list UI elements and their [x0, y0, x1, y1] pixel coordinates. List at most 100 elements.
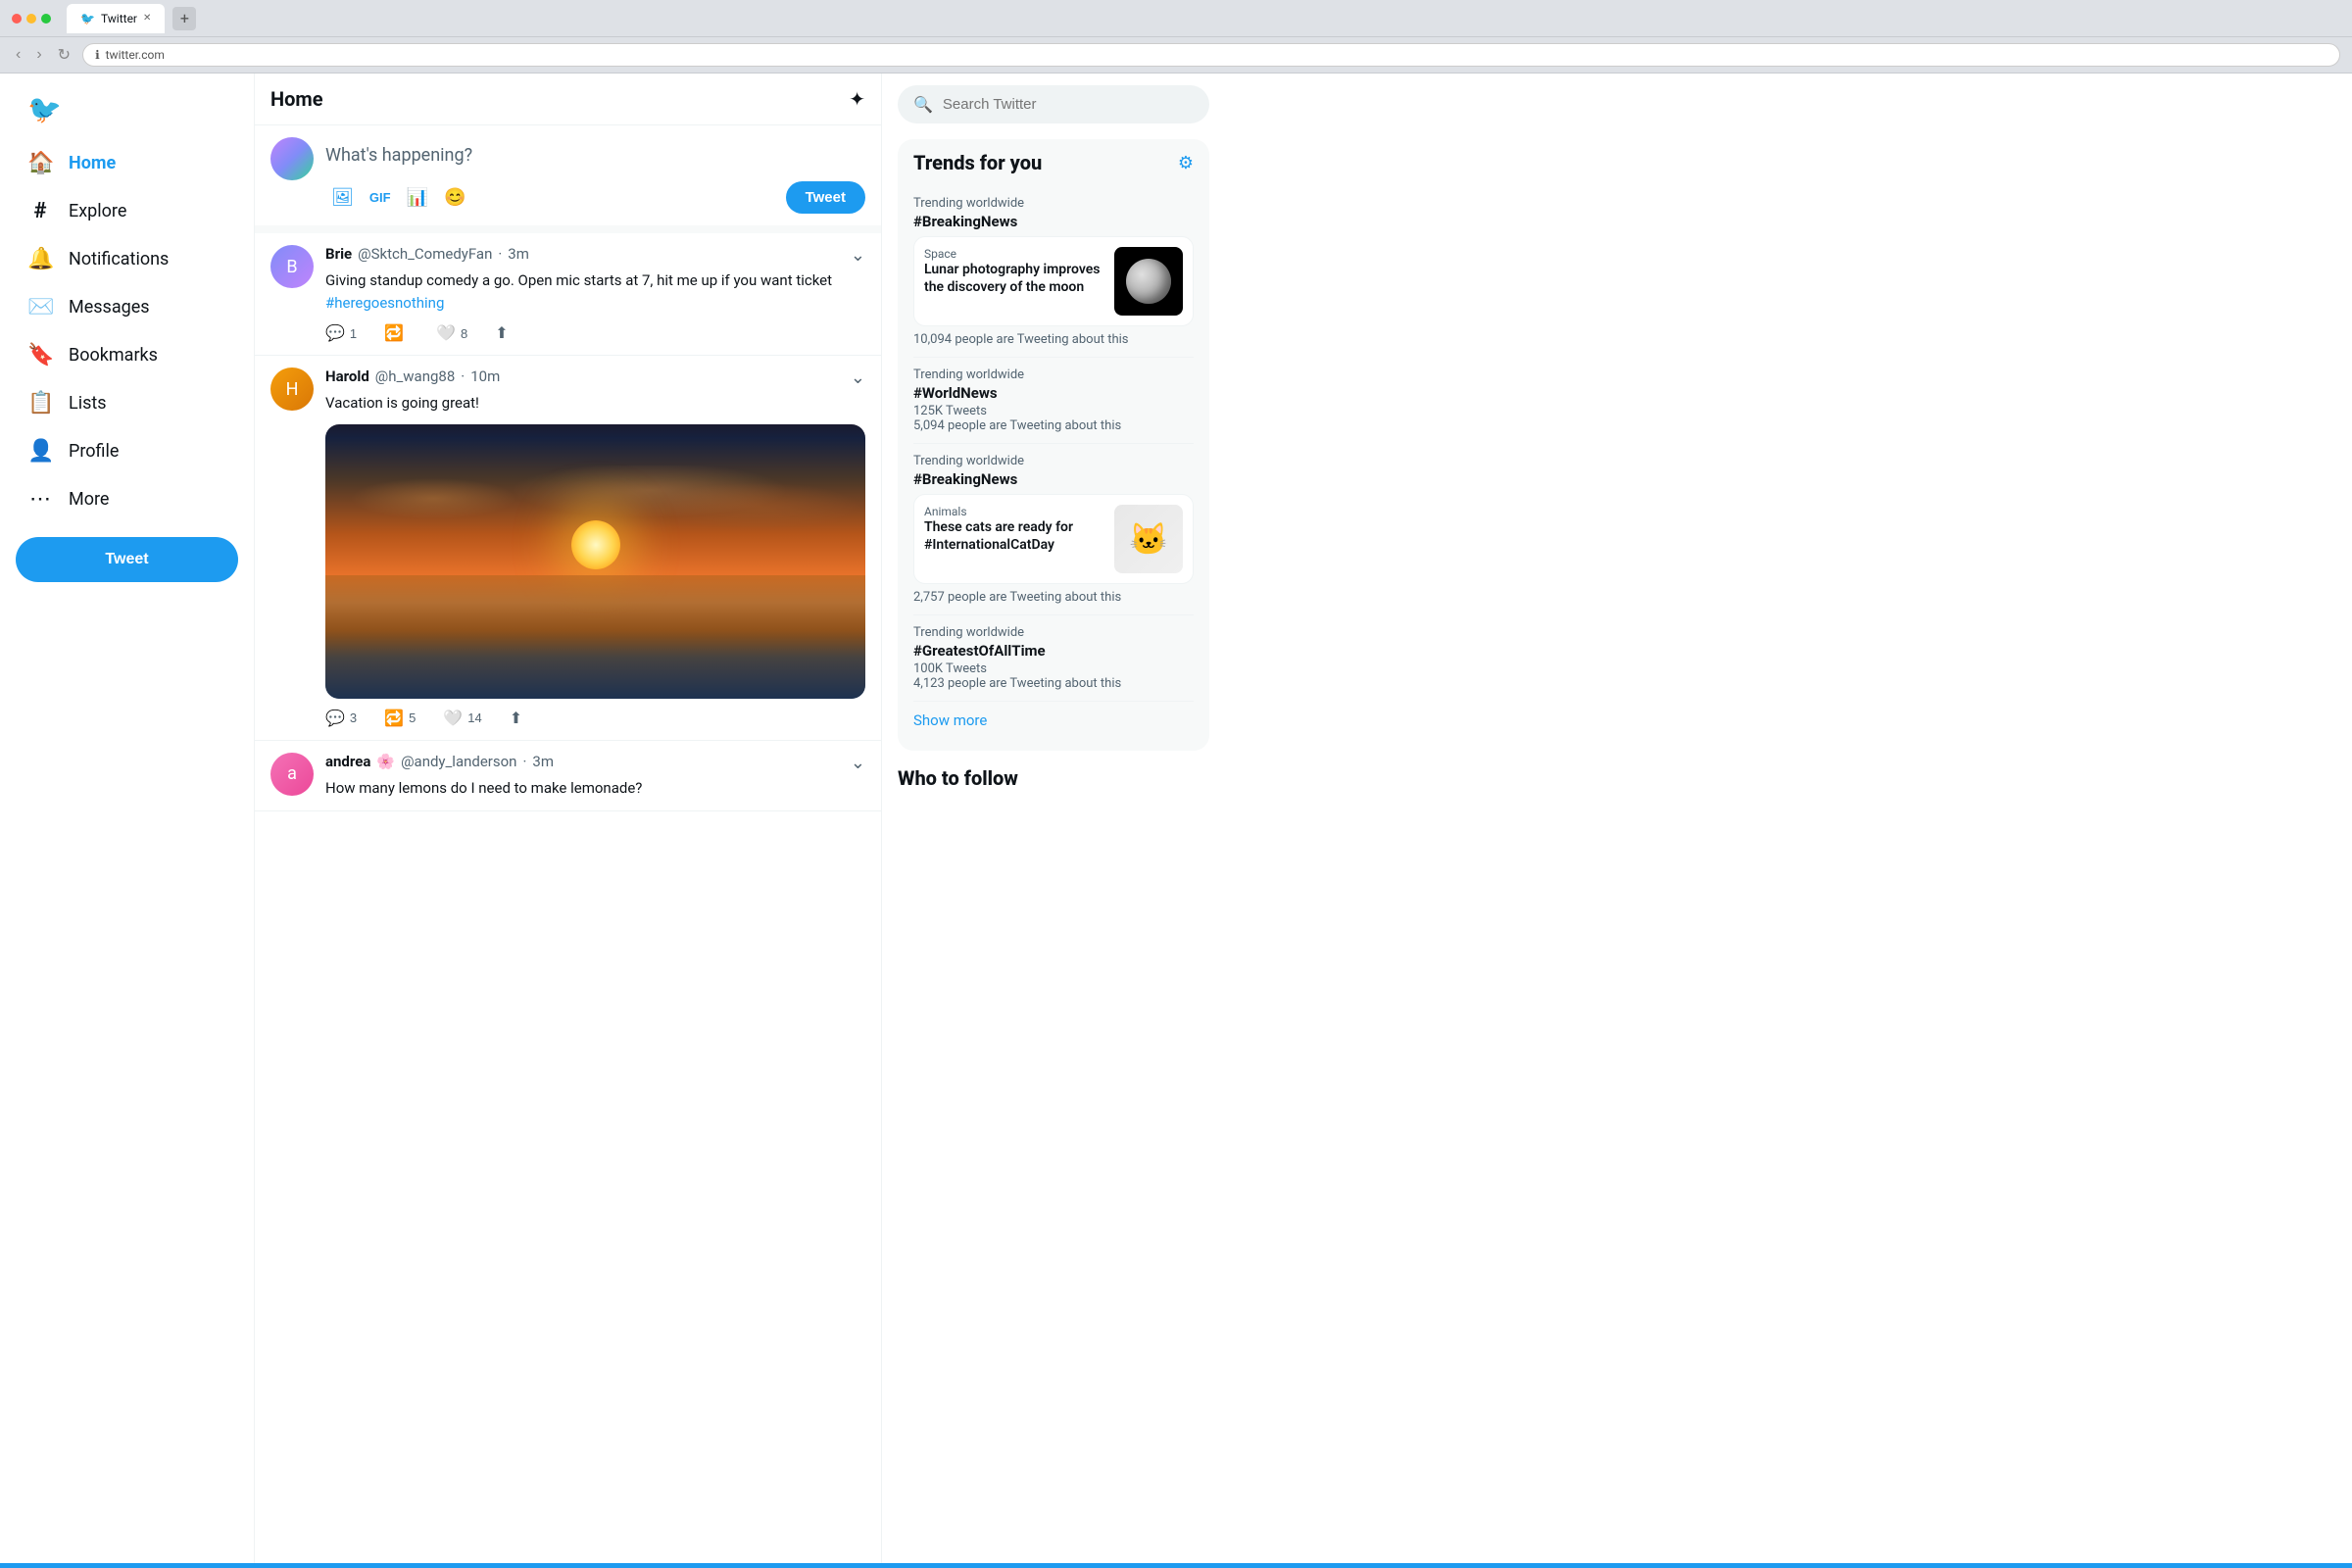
trend-card[interactable]: Animals These cats are ready for #Intern… — [913, 494, 1194, 584]
retweet-button[interactable]: 🔁 5 — [384, 709, 416, 728]
tweet-time: 3m — [508, 245, 529, 263]
reply-button[interactable]: 💬 3 — [325, 709, 357, 728]
explore-icon: # — [27, 199, 53, 223]
like-button[interactable]: 🤍 8 — [436, 323, 467, 343]
trend-card-text: Space Lunar photography improves the dis… — [924, 247, 1104, 316]
trend-item[interactable]: Trending worldwide #BreakingNews Space L… — [913, 186, 1194, 358]
tweet-compose-button[interactable]: Tweet — [786, 181, 865, 214]
like-icon: 🤍 — [436, 323, 456, 343]
compose-icon-group: 🖼 GIF 📊 😊 — [325, 181, 471, 214]
compose-input[interactable]: What's happening? — [325, 137, 865, 173]
share-icon: ⬆ — [510, 709, 522, 728]
tweet-more-button[interactable]: ⌄ — [851, 245, 865, 266]
like-count: 14 — [467, 710, 481, 725]
tweet-header: Harold @h_wang88 · 10m ⌄ — [325, 368, 865, 388]
trend-card-thumbnail: 🐱 — [1114, 505, 1183, 573]
sidebar-item-home[interactable]: 🏠 Home — [16, 141, 238, 185]
compose-right: What's happening? 🖼 GIF 📊 😊 Tweet — [325, 137, 865, 214]
share-button[interactable]: ⬆ — [495, 323, 508, 343]
trend-count: 5,094 people are Tweeting about this — [913, 418, 1194, 433]
trend-item[interactable]: Trending worldwide #WorldNews 125K Tweet… — [913, 358, 1194, 444]
reply-icon: 💬 — [325, 323, 345, 343]
trend-category: Trending worldwide — [913, 196, 1194, 211]
tweet-meta: andrea 🌸 @andy_landerson · 3m — [325, 753, 554, 770]
trend-card[interactable]: Space Lunar photography improves the dis… — [913, 236, 1194, 326]
forward-button[interactable]: › — [32, 42, 45, 68]
trends-title: Trends for you — [913, 151, 1042, 174]
trend-item[interactable]: Trending worldwide #BreakingNews Animals… — [913, 444, 1194, 615]
trend-card-thumbnail — [1114, 247, 1183, 316]
maximize-dot[interactable] — [41, 14, 51, 24]
tweet-more-button[interactable]: ⌄ — [851, 368, 865, 388]
twitter-logo[interactable]: 🐦 — [16, 85, 238, 133]
retweet-button[interactable]: 🔁 — [384, 323, 409, 343]
compose-image-button[interactable]: 🖼 — [325, 181, 360, 214]
sidebar-item-notifications-label: Notifications — [69, 249, 169, 270]
trend-card-title: Lunar photography improves the discovery… — [924, 261, 1104, 296]
sunset-sun — [571, 520, 620, 569]
like-icon: 🤍 — [443, 709, 463, 728]
trend-category: Trending worldwide — [913, 454, 1194, 468]
retweet-icon: 🔁 — [384, 709, 404, 728]
search-box[interactable]: 🔍 — [898, 85, 1209, 123]
sidebar-item-lists[interactable]: 📋 Lists — [16, 381, 238, 425]
compose-actions: 🖼 GIF 📊 😊 Tweet — [325, 181, 865, 214]
sidebar-item-profile[interactable]: 👤 Profile — [16, 429, 238, 473]
trend-category: Trending worldwide — [913, 625, 1194, 640]
feed-header: Home ✦ — [255, 74, 881, 125]
share-button[interactable]: ⬆ — [510, 709, 522, 728]
trends-box: Trends for you ⚙ Trending worldwide #Bre… — [898, 139, 1209, 751]
tweet-sidebar-button[interactable]: Tweet — [16, 537, 238, 582]
tweet-meta: Brie @Sktch_ComedyFan · 3m — [325, 245, 529, 263]
sparkle-icon[interactable]: ✦ — [849, 87, 865, 111]
twitter-app: 🐦 🏠 Home # Explore 🔔 Notifications ✉️ Me… — [0, 74, 2352, 1567]
home-icon: 🏠 — [27, 151, 53, 175]
search-input[interactable] — [943, 96, 1194, 113]
sidebar-item-home-label: Home — [69, 153, 116, 173]
tweet-actions: 💬 1 🔁 🤍 8 ⬆ — [325, 323, 865, 343]
sidebar-item-notifications[interactable]: 🔔 Notifications — [16, 237, 238, 281]
browser-tab[interactable]: 🐦 Twitter ✕ — [67, 4, 165, 33]
sidebar: 🐦 🏠 Home # Explore 🔔 Notifications ✉️ Me… — [0, 74, 255, 1567]
twitter-bird-icon: 🐦 — [27, 93, 62, 125]
tweet-time: 10m — [470, 368, 500, 385]
browser-address-bar: ‹ › ↻ ℹ twitter.com — [0, 37, 2352, 74]
like-button[interactable]: 🤍 14 — [443, 709, 481, 728]
tweet-separator: · — [498, 245, 502, 263]
tweet-more-button[interactable]: ⌄ — [851, 753, 865, 773]
tweet-header: andrea 🌸 @andy_landerson · 3m ⌄ — [325, 753, 865, 773]
trend-item[interactable]: Trending worldwide #GreatestOfAllTime 10… — [913, 615, 1194, 702]
tweet-hashtag-link[interactable]: #heregoesnothing — [325, 294, 444, 312]
minimize-dot[interactable] — [26, 14, 36, 24]
like-count: 8 — [461, 326, 467, 341]
compose-poll-button[interactable]: 📊 — [401, 181, 434, 214]
trend-card-category: Space — [924, 247, 1104, 261]
back-button[interactable]: ‹ — [12, 42, 24, 68]
tweet-author-name: Harold — [325, 368, 369, 385]
sidebar-item-explore[interactable]: # Explore — [16, 189, 238, 233]
notifications-icon: 🔔 — [27, 247, 53, 271]
trend-card-category: Animals — [924, 505, 1104, 518]
tweet-card: B Brie @Sktch_ComedyFan · 3m ⌄ Giving st… — [255, 233, 881, 356]
sidebar-item-more[interactable]: ⋯ More — [16, 477, 238, 521]
refresh-button[interactable]: ↻ — [54, 41, 74, 69]
tweet-header: Brie @Sktch_ComedyFan · 3m ⌄ — [325, 245, 865, 266]
sidebar-item-bookmarks[interactable]: 🔖 Bookmarks — [16, 333, 238, 377]
close-dot[interactable] — [12, 14, 22, 24]
tweet-meta: Harold @h_wang88 · 10m — [325, 368, 500, 385]
trend-name: #GreatestOfAllTime — [913, 642, 1194, 660]
new-tab-button[interactable]: + — [172, 7, 196, 30]
show-more-link[interactable]: Show more — [913, 702, 1194, 739]
tweet-author-handle: @Sktch_ComedyFan — [358, 245, 492, 263]
trends-settings-icon[interactable]: ⚙ — [1178, 153, 1194, 173]
address-field[interactable]: ℹ twitter.com — [82, 43, 2340, 67]
sidebar-item-messages[interactable]: ✉️ Messages — [16, 285, 238, 329]
trend-count: 4,123 people are Tweeting about this — [913, 676, 1194, 691]
reply-button[interactable]: 💬 1 — [325, 323, 357, 343]
lists-icon: 📋 — [27, 391, 53, 416]
compose-gif-button[interactable]: GIF — [364, 181, 397, 214]
address-text: twitter.com — [106, 48, 165, 62]
compose-emoji-button[interactable]: 😊 — [438, 181, 471, 214]
right-sidebar: 🔍 Trends for you ⚙ Trending worldwide #B… — [882, 74, 1225, 1567]
tab-close-button[interactable]: ✕ — [143, 13, 151, 24]
